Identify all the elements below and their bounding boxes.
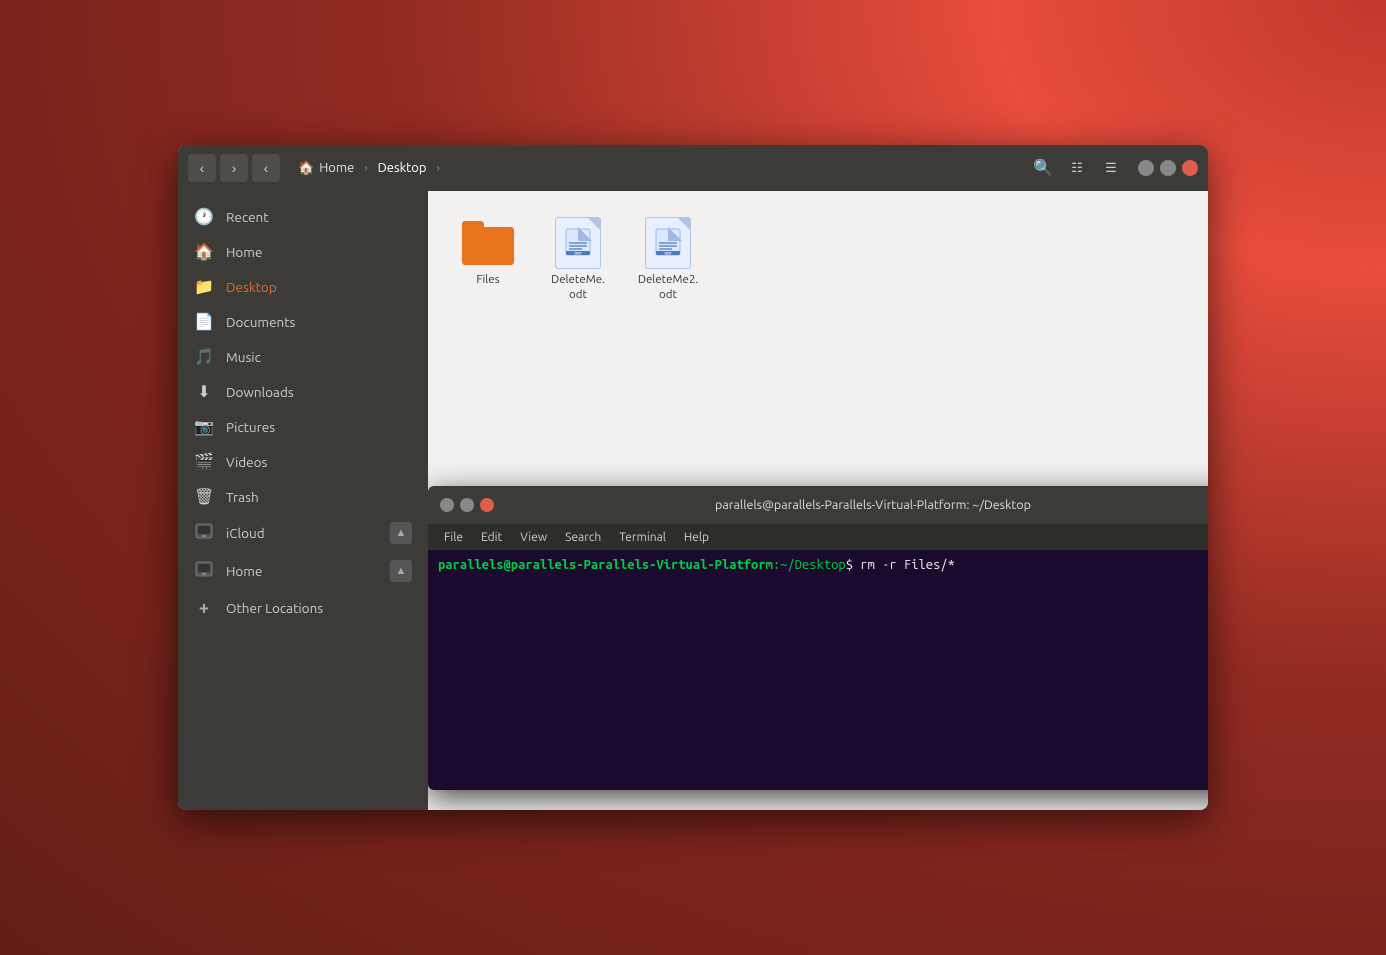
terminal-close-btn[interactable] [480, 498, 494, 512]
terminal-menu-view[interactable]: View [512, 528, 555, 547]
trash-icon: 🗑 [194, 487, 214, 506]
toolbar-right: 🔍 ☷ ☰ [1028, 153, 1126, 183]
sidebar-item-home[interactable]: 🏠 Home [178, 234, 428, 269]
sidebar-label-downloads: Downloads [226, 384, 412, 400]
svg-text:ODT: ODT [664, 251, 672, 255]
terminal-body[interactable]: parallels@parallels-Parallels-Virtual-Pl… [428, 550, 1208, 790]
desktop-icon: 📁 [194, 277, 214, 296]
icloud-icon [194, 523, 214, 543]
terminal-minimize-btn[interactable] [440, 498, 454, 512]
terminal-menu-file[interactable]: File [436, 528, 471, 547]
terminal-command: $ rm -r Files/* [846, 558, 955, 572]
home2-drive-icon [194, 561, 214, 581]
sidebar-item-icloud[interactable]: iCloud ▲ [178, 514, 428, 552]
sidebar-item-documents[interactable]: 📄 Documents [178, 304, 428, 339]
breadcrumb-current[interactable]: Desktop [370, 157, 435, 179]
window-controls [1138, 160, 1198, 176]
sidebar-item-home2[interactable]: Home ▲ [178, 552, 428, 590]
file-label-files: Files [476, 273, 499, 288]
breadcrumb-home[interactable]: 🏠 Home [290, 157, 362, 180]
sidebar: 🕐 Recent 🏠 Home 📁 Desktop 📄 Documents 🎵 … [178, 191, 428, 810]
terminal-menu-search[interactable]: Search [557, 528, 609, 547]
sidebar-label-recent: Recent [226, 209, 412, 225]
other-locations-icon: + [194, 598, 214, 618]
sidebar-label-home2: Home [226, 563, 378, 579]
sidebar-label-desktop: Desktop [226, 279, 412, 295]
breadcrumb-current-label: Desktop [378, 161, 427, 175]
terminal-header: parallels@parallels-Parallels-Virtual-Pl… [428, 486, 1208, 524]
up-button[interactable]: ‹ [252, 154, 280, 182]
file-label-deleteme2: DeleteMe2.odt [638, 273, 698, 303]
recent-icon: 🕐 [194, 207, 214, 226]
breadcrumb-home-label: Home [319, 161, 354, 175]
minimize-button[interactable] [1138, 160, 1154, 176]
fm-main-content: Files [428, 191, 1208, 810]
maximize-button[interactable] [1160, 160, 1176, 176]
sidebar-item-pictures[interactable]: 📷 Pictures [178, 409, 428, 444]
terminal-menu-terminal[interactable]: Terminal [611, 528, 674, 547]
sidebar-item-videos[interactable]: 🎬 Videos [178, 444, 428, 479]
documents-icon: 📄 [194, 312, 214, 331]
breadcrumb-separator: › [364, 162, 367, 175]
file-label-deleteme: DeleteMe.odt [551, 273, 605, 303]
terminal-menu-help[interactable]: Help [676, 528, 717, 547]
file-item-files[interactable]: Files [448, 211, 528, 309]
sidebar-label-trash: Trash [226, 489, 412, 505]
home-icon: 🏠 [298, 161, 314, 176]
sidebar-item-desktop[interactable]: 📁 Desktop [178, 269, 428, 304]
breadcrumb-end-arrow: › [436, 162, 439, 175]
sidebar-item-recent[interactable]: 🕐 Recent [178, 199, 428, 234]
terminal-maximize-btn[interactable] [460, 498, 474, 512]
odt-deleteme2-icon: ODT [642, 217, 694, 269]
fm-toolbar: ‹ › ‹ 🏠 Home › Desktop › 🔍 ☷ ☰ [178, 145, 1208, 191]
sidebar-item-music[interactable]: 🎵 Music [178, 339, 428, 374]
terminal-menu-edit[interactable]: Edit [473, 528, 510, 547]
sidebar-item-trash[interactable]: 🗑 Trash [178, 479, 428, 514]
folder-files-icon [462, 217, 514, 269]
grid-view-button[interactable]: ☰ [1096, 153, 1126, 183]
home-nav-icon: 🏠 [194, 242, 214, 261]
sidebar-label-home: Home [226, 244, 412, 260]
sidebar-label-other-locations: Other Locations [226, 600, 412, 616]
close-button[interactable] [1182, 160, 1198, 176]
sidebar-label-videos: Videos [226, 454, 412, 470]
icloud-eject-button[interactable]: ▲ [390, 522, 412, 544]
downloads-icon: ⬇ [194, 382, 214, 401]
breadcrumb: 🏠 Home › Desktop › [290, 157, 440, 180]
sidebar-label-music: Music [226, 349, 412, 365]
odt-icon2-content: ODT [650, 223, 686, 264]
forward-button[interactable]: › [220, 154, 248, 182]
sidebar-label-icloud: iCloud [226, 525, 378, 541]
music-icon: 🎵 [194, 347, 214, 366]
file-item-deleteme2[interactable]: ODT DeleteMe2.odt [628, 211, 708, 309]
terminal-title: parallels@parallels-Parallels-Virtual-Pl… [500, 498, 1208, 512]
sidebar-item-other-locations[interactable]: + Other Locations [178, 590, 428, 626]
file-manager-window: ‹ › ‹ 🏠 Home › Desktop › 🔍 ☷ ☰ [178, 145, 1208, 810]
terminal-prompt: parallels@parallels-Parallels-Virtual-Pl… [438, 558, 773, 572]
file-item-deleteme[interactable]: ODT DeleteMe.odt [538, 211, 618, 309]
file-grid: Files [448, 211, 1188, 309]
terminal-window: parallels@parallels-Parallels-Virtual-Pl… [428, 486, 1208, 790]
svg-text:ODT: ODT [574, 251, 582, 255]
home2-eject-button[interactable]: ▲ [390, 560, 412, 582]
odt-deleteme-icon: ODT [552, 217, 604, 269]
sidebar-item-downloads[interactable]: ⬇ Downloads [178, 374, 428, 409]
terminal-menubar: File Edit View Search Terminal Help [428, 524, 1208, 550]
odt-icon-content: ODT [560, 223, 596, 264]
sidebar-label-documents: Documents [226, 314, 412, 330]
back-button[interactable]: ‹ [188, 154, 216, 182]
search-button[interactable]: 🔍 [1028, 153, 1058, 183]
fm-body: 🕐 Recent 🏠 Home 📁 Desktop 📄 Documents 🎵 … [178, 191, 1208, 810]
pictures-icon: 📷 [194, 417, 214, 436]
videos-icon: 🎬 [194, 452, 214, 471]
terminal-command-line: parallels@parallels-Parallels-Virtual-Pl… [438, 558, 1208, 572]
terminal-window-controls [440, 498, 494, 512]
list-view-button[interactable]: ☷ [1062, 153, 1092, 183]
sidebar-label-pictures: Pictures [226, 419, 412, 435]
terminal-path: :~/Desktop [773, 558, 846, 572]
